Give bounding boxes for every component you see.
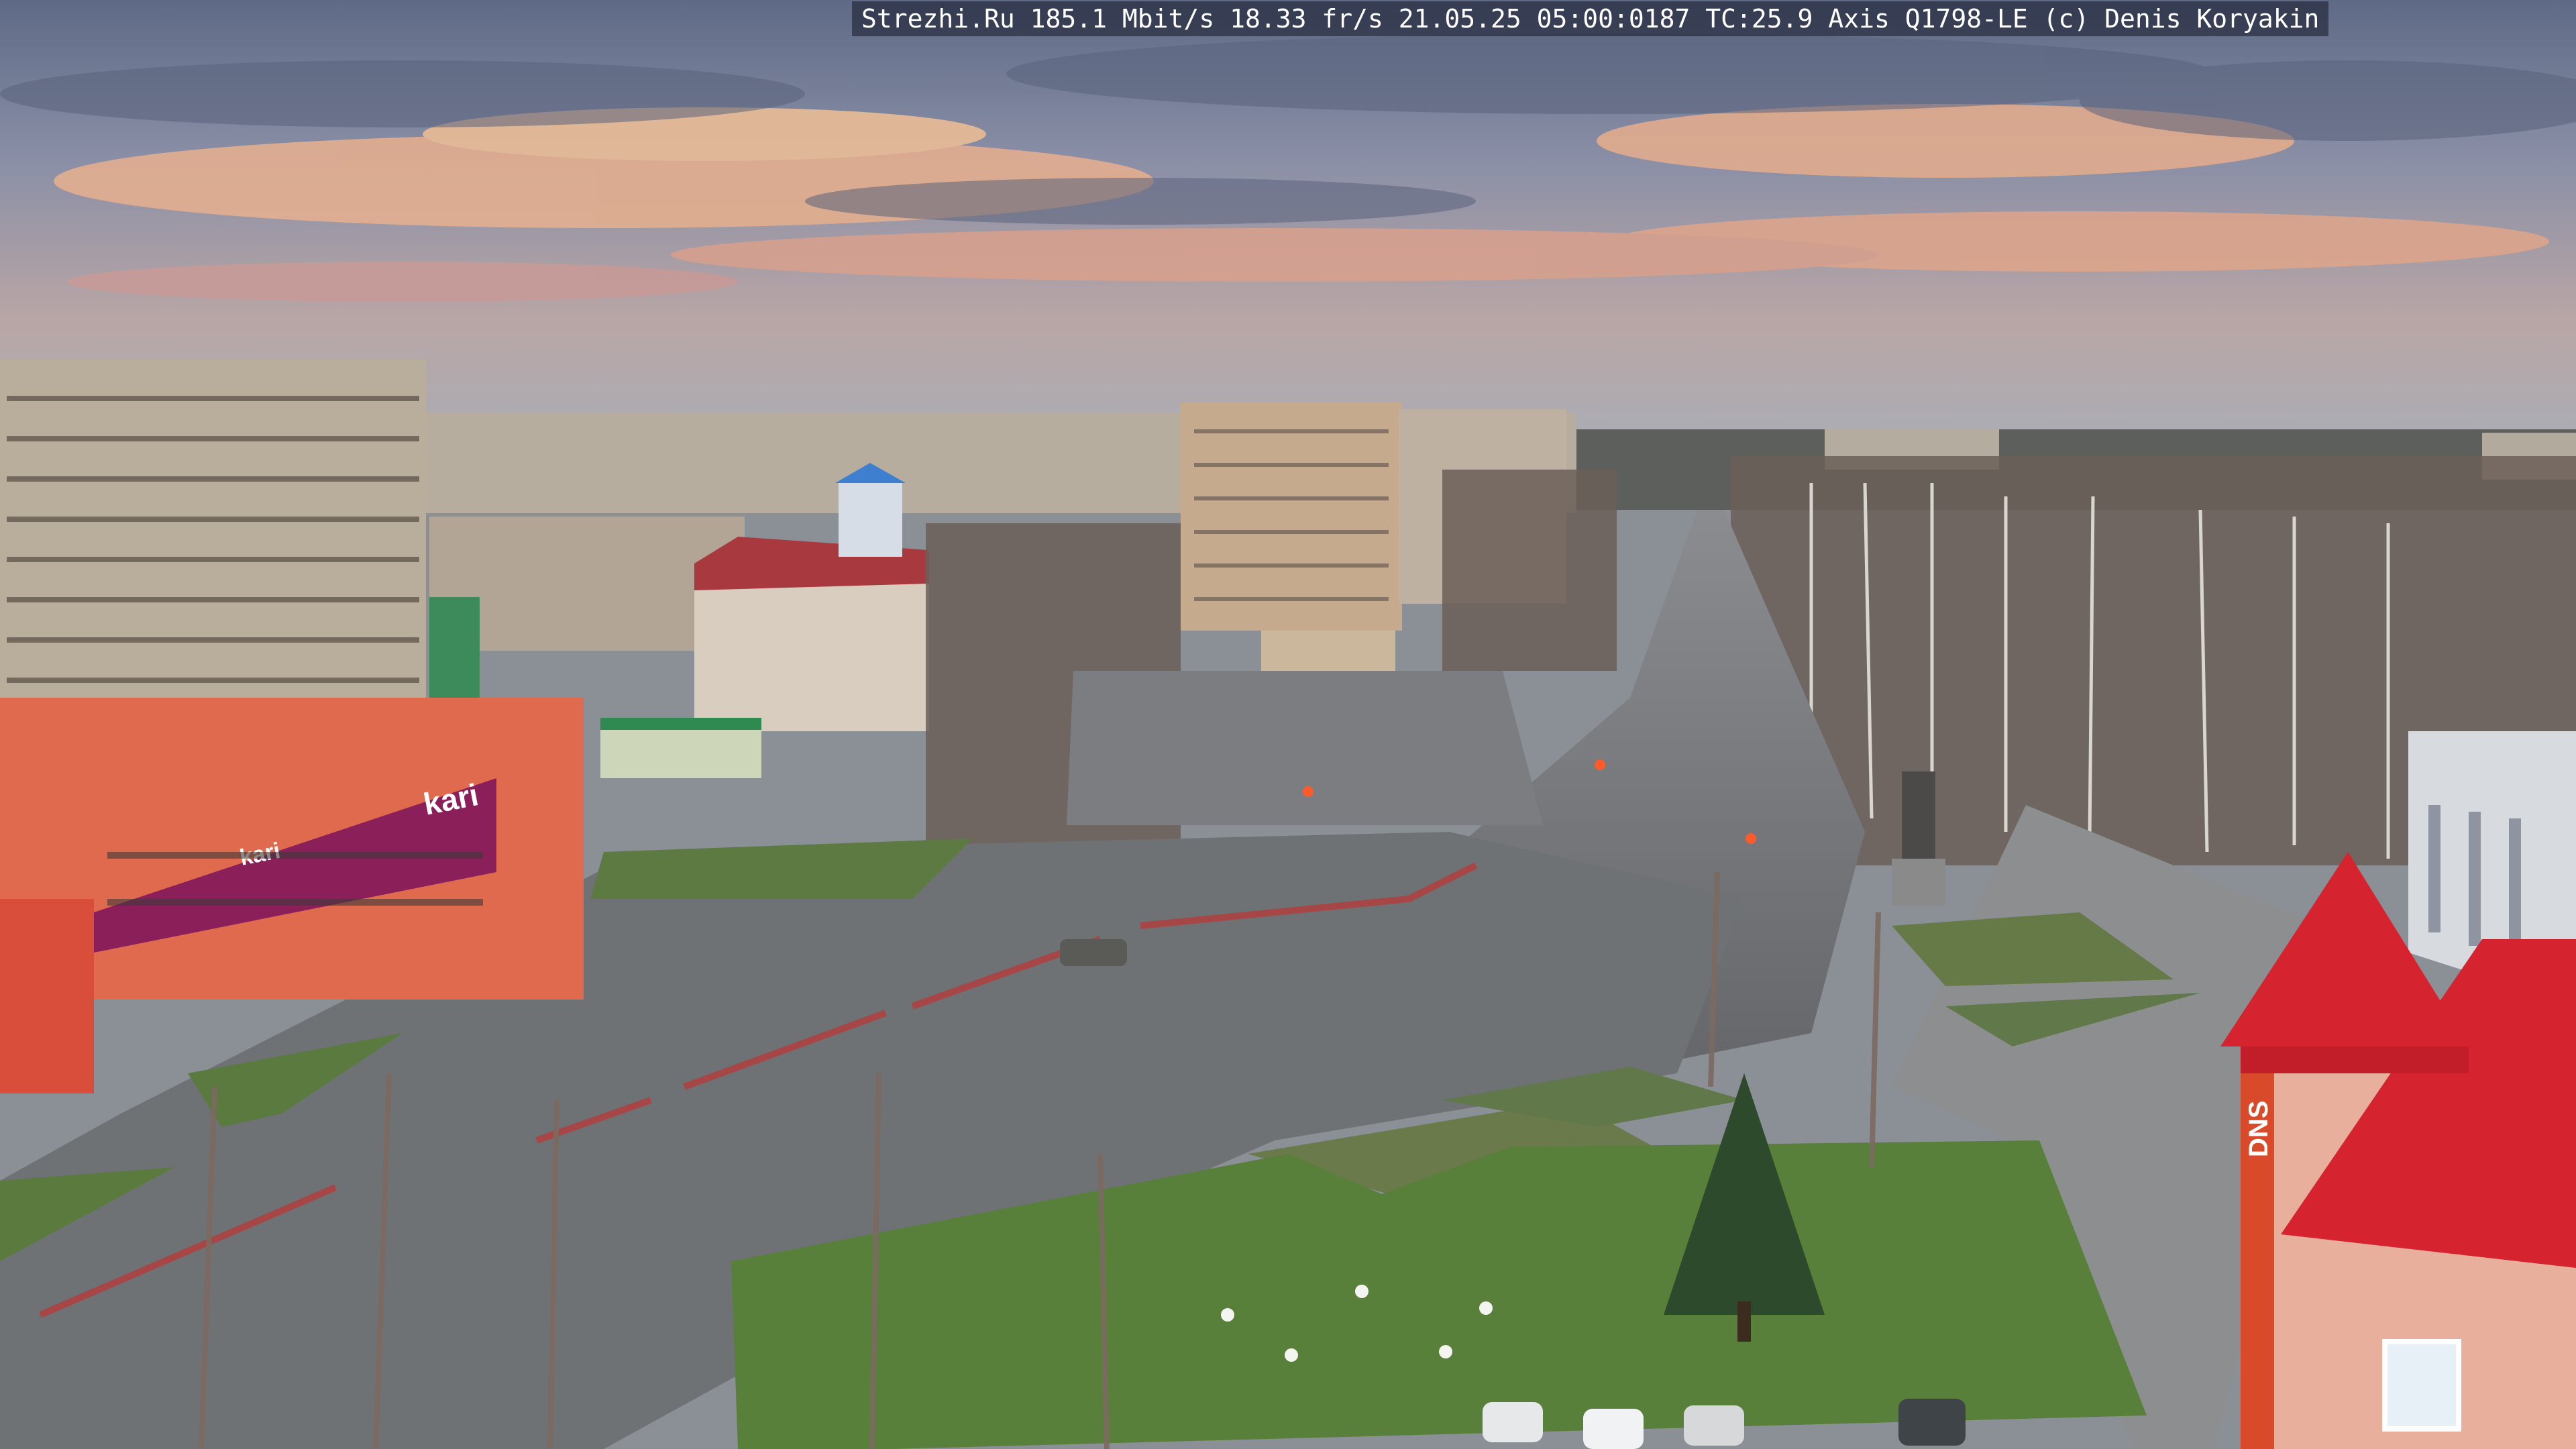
camera-info-overlay: Strezhi.Ru 185.1 Mbit/s 18.33 fr/s 21.05… [852,1,2329,36]
evergreen-trunk [1737,1301,1751,1342]
dns-sign: DNS [2244,1101,2273,1157]
webcam-city-view: kari kari [0,0,2576,1449]
central-plaza [1067,671,1543,825]
